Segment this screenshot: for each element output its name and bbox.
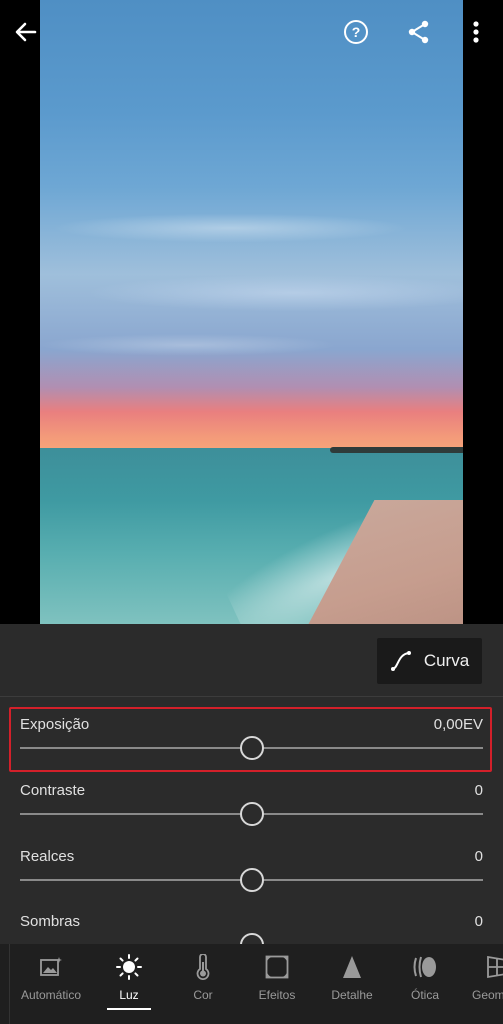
slider-thumb[interactable] xyxy=(239,802,264,826)
curve-button[interactable]: Curva xyxy=(377,638,482,684)
geometry-icon xyxy=(487,955,503,979)
auto-image-icon xyxy=(40,957,62,976)
curve-button-label: Curva xyxy=(423,651,470,670)
tool-label: Luz xyxy=(119,988,139,1002)
tool-color[interactable]: Cor xyxy=(183,944,223,1024)
vignette-icon xyxy=(265,955,289,979)
slider-exposure[interactable]: Exposição 0,00EV xyxy=(20,716,483,776)
distant-land xyxy=(330,447,463,453)
question-circle-icon: ? xyxy=(344,20,368,44)
slider-thumb[interactable] xyxy=(239,736,264,760)
more-options-button[interactable] xyxy=(456,12,496,52)
slider-value: 0 xyxy=(474,913,483,930)
arrow-left-icon xyxy=(15,22,37,42)
sky-clouds xyxy=(40,150,463,410)
slider-thumb[interactable] xyxy=(239,933,264,944)
slider-value: 0,00EV xyxy=(433,716,483,733)
tool-geometry[interactable]: Geom xyxy=(472,944,503,1024)
tool-detail[interactable]: Detalhe xyxy=(326,944,378,1024)
slider-thumb[interactable] xyxy=(239,868,264,892)
svg-text:?: ? xyxy=(352,24,361,40)
slider-label: Sombras xyxy=(20,913,81,930)
back-button[interactable] xyxy=(6,12,46,52)
tool-light[interactable]: Luz xyxy=(107,944,151,1024)
slider-label: Realces xyxy=(20,848,75,865)
tool-effects[interactable]: Efeitos xyxy=(252,944,302,1024)
thermometer-icon xyxy=(196,954,210,980)
tool-label: Efeitos xyxy=(258,988,296,1002)
tool-label: Cor xyxy=(193,988,213,1002)
tool-label: Ótica xyxy=(410,988,439,1002)
sun-icon xyxy=(116,954,142,980)
tool-label: Automático xyxy=(20,988,82,1002)
more-vertical-icon xyxy=(473,21,479,43)
tool-label: Detalhe xyxy=(331,988,373,1002)
toolbar-divider xyxy=(9,944,10,1024)
photo-preview[interactable] xyxy=(40,0,463,624)
share-button[interactable] xyxy=(399,12,439,52)
curve-icon xyxy=(390,651,411,671)
photo-area: ? xyxy=(0,0,503,624)
slider-highlights[interactable]: Realces 0 xyxy=(20,848,483,908)
active-tab-indicator xyxy=(107,1008,151,1010)
slider-label: Contraste xyxy=(20,782,86,799)
share-icon xyxy=(408,20,429,44)
triangle-icon xyxy=(343,956,361,978)
lens-icon xyxy=(413,956,436,978)
tool-label: Geom xyxy=(472,988,503,1002)
tool-optics[interactable]: Ótica xyxy=(405,944,445,1024)
slider-value: 0 xyxy=(474,848,483,865)
tool-automatic[interactable]: Automático xyxy=(16,944,86,1024)
light-adjustments-panel: Curva Exposição 0,00EV Contraste 0 Realc… xyxy=(0,624,503,944)
help-button[interactable]: ? xyxy=(336,12,376,52)
edit-toolbar: Automático Luz Cor Efeitos Detalhe Ótica… xyxy=(0,944,503,1024)
slider-label: Exposição xyxy=(20,716,90,733)
slider-contrast[interactable]: Contraste 0 xyxy=(20,782,483,842)
slider-value: 0 xyxy=(474,782,483,799)
panel-divider xyxy=(0,696,503,697)
slider-shadows[interactable]: Sombras 0 xyxy=(20,913,483,944)
